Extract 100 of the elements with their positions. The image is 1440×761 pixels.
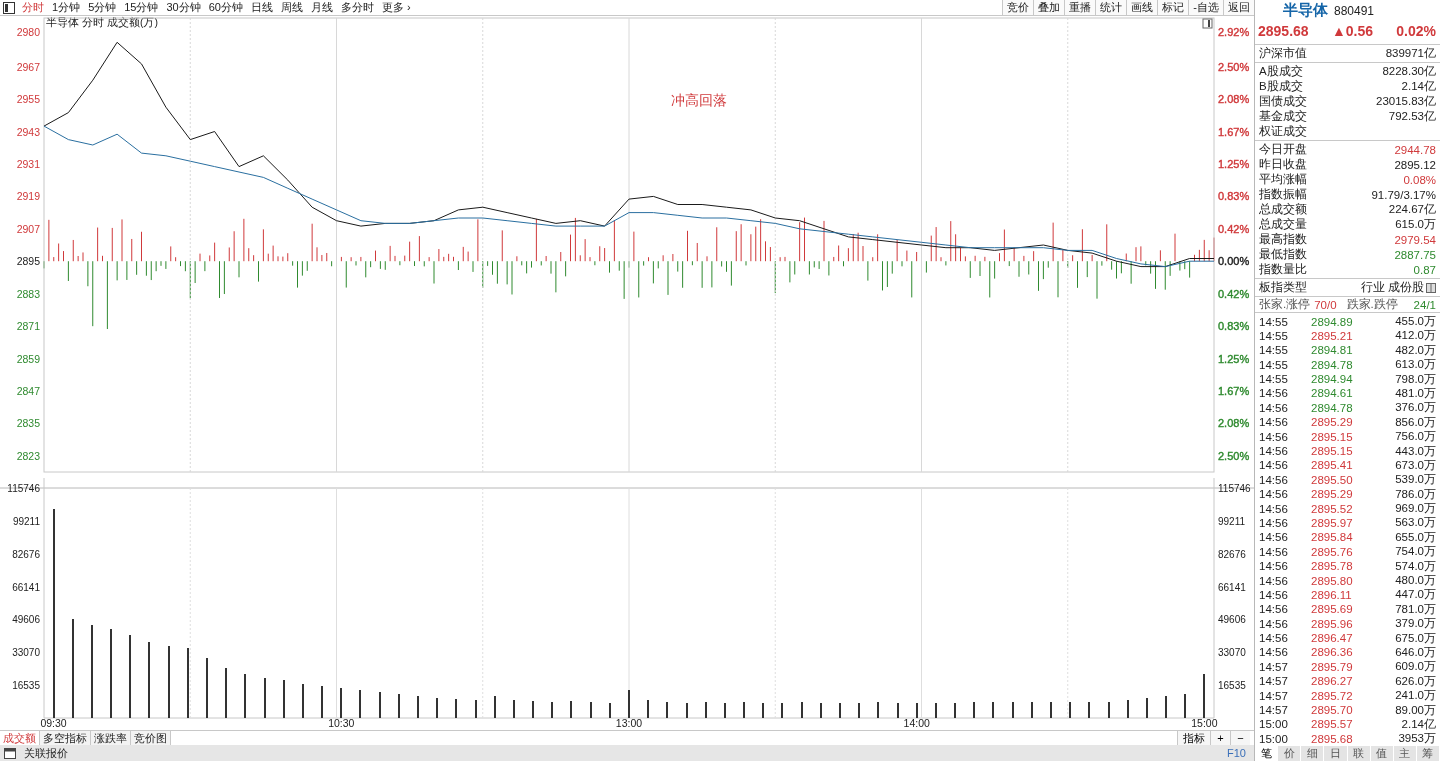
price-axis-label: 2955 — [16, 93, 40, 106]
price-axis-label: 2967 — [16, 60, 40, 73]
tick-volume: 754.0万 — [1394, 544, 1436, 560]
tick-time: 14:56 — [1259, 531, 1289, 544]
tick-time: 14:56 — [1259, 560, 1289, 573]
indicator-button[interactable]: + — [1210, 731, 1230, 745]
quote-code: 880491 — [1334, 4, 1375, 18]
tool-button[interactable]: 统计 — [1095, 0, 1127, 15]
tick-time: 14:56 — [1259, 459, 1289, 472]
indicator-tab[interactable]: 多空指标 — [40, 731, 91, 745]
period-tab[interactable]: 15分钟 — [120, 0, 163, 15]
tick-price: 2895.52 — [1311, 502, 1354, 515]
volume-axis-label: 49606 — [1218, 614, 1246, 626]
price-axis-label: 2823 — [16, 449, 40, 462]
percent-axis-label: 2.08% — [1218, 417, 1250, 430]
tool-button[interactable]: -自选 — [1188, 0, 1223, 15]
stat-value: 615.0万 — [1395, 217, 1436, 232]
tick-volume: 798.0万 — [1394, 371, 1436, 387]
price-axis-label: 2943 — [16, 125, 40, 138]
volume-axis-label: 82676 — [1218, 548, 1246, 560]
stat-value: 0.08% — [1403, 173, 1436, 186]
tick-price: 2896.11 — [1311, 588, 1353, 601]
tick-volume: 89.00万 — [1394, 702, 1436, 718]
period-tab[interactable]: 更多 › — [378, 0, 415, 15]
grid-icon[interactable] — [1426, 282, 1436, 293]
period-tab[interactable]: 周线 — [277, 0, 307, 15]
stat-value: 792.53亿 — [1388, 109, 1436, 124]
percent-axis-label: 2.50% — [1218, 60, 1250, 73]
percent-axis-label: 1.25% — [1218, 352, 1250, 365]
period-tab[interactable]: 月线 — [307, 0, 337, 15]
period-tab[interactable]: 分时 — [18, 0, 48, 15]
tick-time: 14:55 — [1259, 329, 1289, 342]
percent-axis-label: 1.25% — [1218, 157, 1250, 170]
tool-button[interactable]: 返回 — [1223, 0, 1254, 15]
tool-button[interactable]: 画线 — [1126, 0, 1158, 15]
price-axis-label: 2919 — [16, 190, 40, 203]
tick-time: 14:56 — [1259, 473, 1289, 486]
tick-time: 14:56 — [1259, 545, 1289, 558]
tick-price: 2896.47 — [1311, 632, 1354, 645]
period-tab[interactable]: 60分钟 — [204, 0, 247, 15]
quote-change-percent: 0.02% — [1396, 23, 1436, 41]
price-axis-label: 2835 — [16, 417, 40, 430]
volume-axis-label: 66141 — [1218, 581, 1246, 593]
tool-button[interactable]: 叠加 — [1033, 0, 1065, 15]
tick-price: 2896.27 — [1311, 675, 1354, 688]
tick-volume: 443.0万 — [1394, 443, 1436, 459]
sidebar-toggle-icon[interactable] — [3, 1, 15, 14]
tick-time: 14:56 — [1259, 646, 1289, 659]
tick-time: 14:56 — [1259, 416, 1289, 429]
window-icon[interactable] — [4, 747, 16, 759]
panel-toggle-icon[interactable] — [1202, 18, 1213, 29]
tick-price: 2895.57 — [1311, 718, 1354, 731]
stat-label: 基金成交 — [1259, 109, 1307, 124]
period-tab[interactable]: 1分钟 — [48, 0, 85, 15]
tick-price: 2895.68 — [1311, 732, 1354, 745]
tick-volume: 969.0万 — [1394, 501, 1436, 517]
tick-time: 14:57 — [1259, 660, 1289, 673]
tick-time: 14:56 — [1259, 617, 1289, 630]
tick-time: 14:56 — [1259, 445, 1289, 457]
stat-label: 沪深市值 — [1259, 46, 1307, 61]
indicator-button[interactable]: − — [1230, 731, 1250, 745]
stat-value: 8228.30亿 — [1382, 64, 1436, 79]
price-axis-label: 2847 — [16, 384, 40, 397]
period-tab[interactable]: 5分钟 — [84, 0, 121, 15]
price-axis-label: 2859 — [16, 352, 40, 365]
volume-axis-label: 115746 — [1218, 483, 1251, 494]
tick-price: 2895.29 — [1311, 416, 1354, 429]
tick-price: 2895.96 — [1311, 617, 1354, 630]
indicator-tab[interactable]: 竞价图 — [131, 731, 171, 745]
f10-link[interactable]: F10 — [1227, 747, 1246, 759]
indicator-tab[interactable]: 涨跌率 — [91, 731, 131, 745]
tick-time: 14:57 — [1259, 704, 1289, 717]
status-label[interactable]: 关联报价 — [24, 745, 68, 761]
indicator-button[interactable]: 指标 — [1177, 731, 1210, 745]
tick-volume: 781.0万 — [1394, 601, 1436, 617]
tool-button[interactable]: 标记 — [1157, 0, 1189, 15]
percent-axis-label: 0.00% — [1218, 255, 1250, 268]
time-axis-label: 10:30 — [328, 717, 355, 729]
time-axis-label: 13:00 — [615, 717, 643, 729]
panel-tab[interactable]: 笔 — [1255, 745, 1279, 761]
tick-time: 14:55 — [1259, 315, 1289, 328]
period-tab[interactable]: 多分时 — [337, 0, 378, 15]
stat-label: 指数量比 — [1259, 262, 1307, 277]
tick-price: 2895.78 — [1311, 560, 1354, 573]
stat-label: 权证成交 — [1259, 124, 1307, 139]
tick-price: 2895.29 — [1311, 488, 1354, 501]
time-axis-label: 14:00 — [903, 717, 930, 729]
stat-value: 224.67亿 — [1388, 202, 1436, 217]
tick-volume: 3953万 — [1397, 731, 1436, 747]
indicator-tab[interactable]: 成交额 — [0, 731, 40, 745]
tick-price: 2895.69 — [1311, 603, 1354, 616]
tick-volume: 482.0万 — [1394, 342, 1436, 358]
tool-button[interactable]: 重播 — [1064, 0, 1096, 15]
stat-value: 23015.83亿 — [1376, 94, 1436, 109]
price-axis-label: 2931 — [16, 157, 40, 170]
tool-button[interactable]: 竞价 — [1002, 0, 1034, 15]
period-tab[interactable]: 日线 — [247, 0, 277, 15]
period-tab[interactable]: 30分钟 — [162, 0, 205, 15]
tick-price: 2894.81 — [1311, 344, 1354, 357]
tick-volume: 379.0万 — [1394, 616, 1436, 632]
